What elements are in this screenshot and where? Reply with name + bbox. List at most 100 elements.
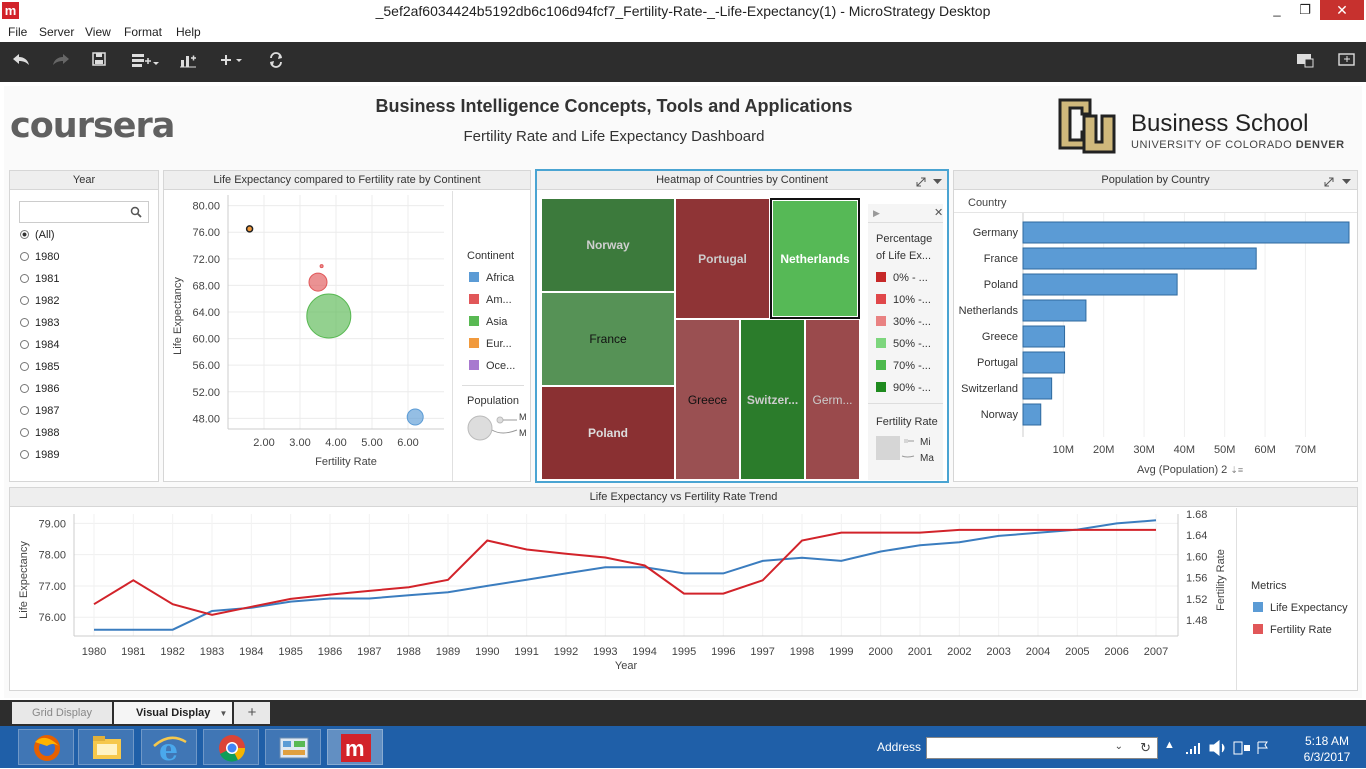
menu-file[interactable]: File: [8, 25, 27, 39]
x-tick-label: 1980: [82, 646, 106, 658]
year-option-all[interactable]: (All): [20, 229, 55, 241]
country-label: Portugal: [977, 357, 1018, 369]
x-tick-label: 2001: [908, 646, 932, 658]
add-icon[interactable]: [220, 52, 244, 72]
legend-item-americas[interactable]: Am...: [469, 294, 512, 306]
microstrategy-icon[interactable]: m: [327, 729, 383, 765]
visualization-icon[interactable]: [179, 52, 197, 72]
close-button[interactable]: ✕: [1320, 0, 1364, 20]
save-icon[interactable]: [92, 52, 106, 72]
heatmap-legend-item[interactable]: 70% -...: [876, 360, 931, 372]
heatmap-cell-greece[interactable]: Greece: [675, 319, 740, 480]
redo-icon[interactable]: [52, 52, 70, 72]
y-axis-label: Life Expectancy: [172, 277, 184, 355]
legend-item-life-expectancy[interactable]: Life Expectancy: [1253, 602, 1348, 614]
year-option[interactable]: 1981: [20, 273, 59, 285]
chrome-icon[interactable]: [203, 729, 259, 765]
internet-explorer-icon[interactable]: e: [141, 729, 197, 768]
heatmap-cell-norway[interactable]: Norway: [541, 198, 675, 292]
heatmap-cell-poland[interactable]: Poland: [541, 386, 675, 480]
control-panel-icon[interactable]: [265, 729, 321, 765]
add-tab-button[interactable]: +: [234, 702, 270, 724]
year-option[interactable]: 1983: [20, 317, 59, 329]
heatmap-legend-item[interactable]: 50% -...: [876, 338, 931, 350]
legend-item-africa[interactable]: Africa: [469, 272, 514, 284]
heatmap-panel[interactable]: Heatmap of Countries by Continent Norway…: [535, 169, 949, 483]
dashboard-canvas: coursera Business Intelligence Concepts,…: [4, 86, 1362, 698]
legend-item-oceania[interactable]: Oce...: [469, 360, 515, 372]
heatmap-cell-france[interactable]: France: [541, 292, 675, 386]
play-icon[interactable]: ▶: [873, 208, 880, 219]
menu-view[interactable]: View: [85, 25, 111, 39]
sort-icon[interactable]: ⇣≡: [1230, 465, 1243, 475]
search-icon[interactable]: [130, 206, 142, 218]
window-title: _5ef2af6034424b5192db6c106d94fcf7_Fertil…: [375, 3, 991, 19]
y-tick-label: 79.00: [38, 518, 66, 530]
undo-icon[interactable]: [12, 52, 30, 72]
menu-server[interactable]: Server: [39, 25, 74, 39]
legend-item-europe[interactable]: Eur...: [469, 338, 512, 350]
legend-swatch: [469, 338, 479, 348]
year-option[interactable]: 1987: [20, 405, 59, 417]
university-name: UNIVERSITY OF COLORADO DENVER: [1131, 139, 1345, 151]
radio-icon: [20, 450, 29, 459]
size-legend-label: Mi: [920, 437, 931, 448]
tab-visual-display[interactable]: Visual Display ▼: [114, 702, 232, 724]
tray-arrow-icon[interactable]: ▲: [1164, 739, 1175, 751]
add-data-icon[interactable]: [131, 52, 161, 72]
trend-panel: Life Expectancy vs Fertility Rate Trend …: [9, 487, 1358, 691]
year-option[interactable]: 1985: [20, 361, 59, 373]
year-option[interactable]: 1980: [20, 251, 59, 263]
year-option[interactable]: 1986: [20, 383, 59, 395]
x-tick-label: 1994: [632, 646, 656, 658]
minimize-button[interactable]: _: [1262, 0, 1292, 20]
year-option[interactable]: 1982: [20, 295, 59, 307]
heatmap-cell-germany[interactable]: Germ...: [805, 319, 860, 480]
tab-grid-display[interactable]: Grid Display: [12, 702, 112, 724]
heatmap-legend-item[interactable]: 30% -...: [876, 316, 931, 328]
heatmap-cell-netherlands[interactable]: Netherlands: [770, 198, 860, 319]
heatmap-legend-item[interactable]: 0% - ...: [876, 272, 928, 284]
system-tray-icons[interactable]: [1184, 740, 1274, 756]
bubble: [245, 225, 254, 233]
population-chart: 10M 20M 30M 40M 50M 60M 70M Germany France Poland…: [959, 213, 1350, 456]
address-input[interactable]: ⌄ ↻: [926, 737, 1158, 759]
x-tick-label: 6.00: [397, 437, 418, 449]
country-label: Germany: [973, 227, 1019, 239]
size-legend-label: Ma: [920, 453, 934, 464]
presentation-icon[interactable]: [1296, 52, 1314, 72]
chevron-down-icon[interactable]: ⌄: [1115, 741, 1123, 752]
fullscreen-icon[interactable]: [1338, 52, 1356, 72]
refresh-icon[interactable]: [268, 52, 284, 72]
maximize-button[interactable]: ❐: [1290, 0, 1320, 20]
chevron-down-icon[interactable]: ▼: [219, 709, 227, 718]
x-tick-label: 2004: [1026, 646, 1050, 658]
menu-help[interactable]: Help: [176, 25, 201, 39]
heatmap-cell-switzerland[interactable]: Switzer...: [740, 319, 805, 480]
heatmap-cell-portugal[interactable]: Portugal: [675, 198, 770, 319]
x-tick-label: 10M: [1053, 444, 1074, 456]
close-icon[interactable]: ✕: [934, 206, 943, 219]
legend-swatch: [1253, 602, 1263, 612]
population-bar: [1022, 299, 1087, 322]
expand-icon[interactable]: [1324, 177, 1334, 187]
trend-title: Life Expectancy vs Fertility Rate Trend: [10, 488, 1357, 507]
chevron-down-icon[interactable]: [933, 179, 942, 185]
expand-icon[interactable]: [916, 177, 926, 187]
heatmap-legend-item[interactable]: 90% -...: [876, 382, 931, 394]
heatmap-legend-item[interactable]: 10% -...: [876, 294, 931, 306]
refresh-icon[interactable]: ↻: [1140, 740, 1151, 756]
legend-item-fertility-rate[interactable]: Fertility Rate: [1253, 624, 1332, 636]
y2-axis-label: Fertility Rate: [1215, 549, 1227, 611]
year-option[interactable]: 1988: [20, 427, 59, 439]
coursera-logo: coursera: [10, 106, 175, 146]
file-explorer-icon[interactable]: [78, 729, 134, 765]
year-option[interactable]: 1984: [20, 339, 59, 351]
svg-text:m: m: [345, 736, 365, 761]
year-option[interactable]: 1989: [20, 449, 59, 461]
firefox-icon[interactable]: [18, 729, 74, 765]
bubble-chart: 80.00 76.00 72.00 68.00 64.00 60.00 56.00 52.00…: [172, 195, 444, 468]
legend-item-asia[interactable]: Asia: [469, 316, 507, 328]
menu-format[interactable]: Format: [124, 25, 162, 39]
chevron-down-icon[interactable]: [1342, 179, 1351, 185]
